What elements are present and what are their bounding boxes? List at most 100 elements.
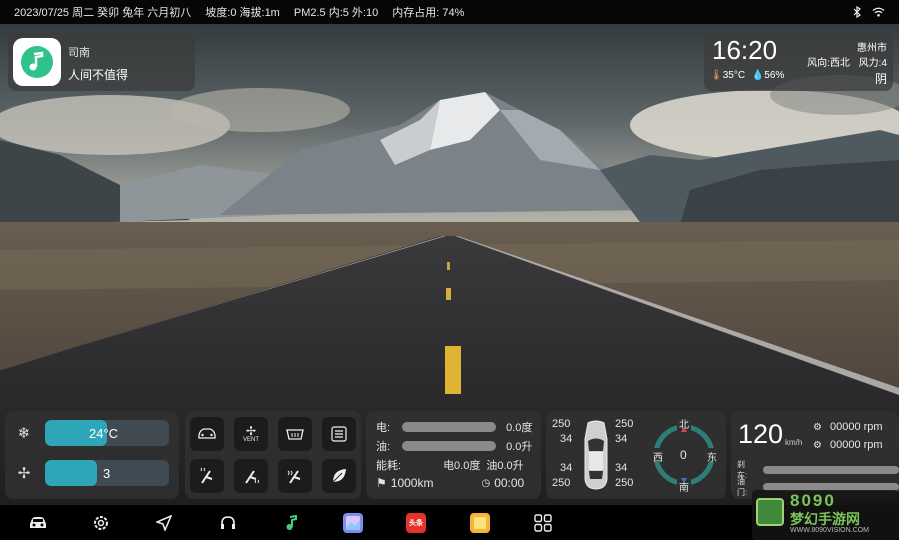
consumption-fuel: 油0.0升 [486, 460, 524, 472]
compass-north: 北 [679, 420, 689, 431]
electric-row: 电: 0.0度 [376, 419, 532, 435]
gallery-app-icon[interactable] [343, 513, 363, 533]
status-date: 2023/07/25 周二 癸卯 兔年 六月初八 [14, 7, 192, 19]
wind-force: 风力:4 [858, 58, 887, 69]
tire-fl-pressure: 250 [552, 418, 571, 430]
consumption-label: 能耗: [376, 460, 402, 472]
engine-icon: ⚙ [813, 421, 822, 433]
energy-panel: 电: 0.0度 油: 0.0升 能耗: 电0.0度 油0.0升 ⚑ 1000km… [366, 411, 541, 499]
news-app-icon[interactable]: 头条 [406, 513, 426, 533]
vent-label: VENT [242, 437, 259, 443]
apps-grid-icon[interactable] [533, 513, 553, 533]
headset-icon[interactable] [218, 513, 238, 533]
electric-bar [402, 422, 497, 432]
tire-rl-temp: 34 [560, 462, 573, 474]
speed-unit: km/h [785, 438, 803, 447]
music-title: 司南 [68, 47, 90, 59]
seat-heat-passenger-icon[interactable] [234, 459, 268, 493]
consumption-row: 能耗: 电0.0度 油0.0升 [376, 457, 524, 473]
tire-pressure-panel: 250 34 250 34 34 250 34 250 北 西 东 南 0 [546, 411, 726, 499]
status-bar: 2023/07/25 周二 癸卯 兔年 六月初八 坡度:0 海拔:1m PM2.… [0, 0, 899, 24]
humidity-drop-icon: 💧 [751, 70, 765, 81]
fuel-row: 油: 0.0升 [376, 438, 532, 454]
music-widget[interactable]: 司南 人间不值得 [8, 33, 195, 91]
windshield-defrost-icon[interactable] [278, 417, 312, 451]
navigation-arrow-icon[interactable] [154, 513, 174, 533]
temperature-slider[interactable]: 24°C [45, 420, 169, 446]
site-watermark: 8090 梦幻手游网 WWW.8090VISION.COM [752, 490, 899, 540]
fan-speed-slider[interactable]: 3 [45, 460, 169, 486]
snowflake-icon[interactable]: ❄ [13, 422, 35, 444]
fan-slider-fill [45, 460, 98, 486]
motor-rpm-row: ⚙ 00000 rpm [813, 439, 883, 451]
wind-direction: 风向:西北 [807, 58, 850, 69]
compass-heading: 0 [680, 448, 687, 462]
music-song: 人间不值得 [68, 68, 129, 82]
weather-condition: 阴 [874, 72, 887, 86]
consumption-electric: 电0.0度 [443, 460, 481, 472]
tire-fl-temp: 34 [560, 433, 573, 445]
music-app-icon[interactable] [13, 38, 61, 86]
eco-leaf-icon[interactable] [322, 459, 356, 493]
music-note-icon [21, 46, 53, 78]
flag-icon: ⚑ [376, 476, 387, 490]
speed-panel: 120 km/h ⚙ 00000 rpm ⚙ 00000 rpm 刹车: 油门: [731, 411, 899, 499]
brake-bar [763, 466, 899, 474]
weather-temp-humidity: 🌡35°C 💧56% [710, 70, 784, 81]
bluetooth-icon [853, 6, 861, 18]
watermark-url: WWW.8090VISION.COM [790, 527, 869, 534]
climate-panel: ❄ 24°C ✢ 3 [5, 411, 179, 499]
temperature-value: 35°C [722, 70, 746, 81]
temperature-control: ❄ 24°C [13, 420, 169, 446]
status-memory: 内存占用: 74% [392, 7, 465, 19]
settings-gear-icon[interactable] [91, 513, 111, 533]
trip-duration: 00:00 [494, 476, 525, 490]
temperature-value: 24°C [89, 426, 119, 441]
weather-city: 惠州市 [857, 43, 887, 54]
fuel-label: 油: [376, 441, 391, 453]
humidity-value: 56% [764, 70, 785, 81]
news-app-label: 头条 [406, 513, 426, 533]
rpm-value-1: 00000 rpm [829, 421, 883, 433]
car-topview-icon [584, 420, 608, 490]
weather-wind: 风向:西北 风力:4 [807, 54, 887, 69]
menu-list-icon[interactable] [322, 417, 356, 451]
electric-value: 0.0度 [506, 422, 533, 434]
trip-row: ⚑ 1000km ◷ 00:00 [376, 476, 524, 490]
seat-vent-icon[interactable] [278, 459, 312, 493]
watermark-logo-icon [756, 498, 784, 526]
quick-controls-panel: ✢ VENT [185, 411, 361, 499]
car-icon[interactable] [28, 513, 48, 533]
watermark-name: 梦幻手游网 [790, 511, 860, 527]
fan-control: ✢ 3 [13, 460, 169, 486]
compass-east: 东 [707, 453, 717, 464]
tire-fr-pressure: 250 [615, 418, 634, 430]
notes-app-icon[interactable] [470, 513, 490, 533]
tire-rr-pressure: 250 [615, 477, 634, 489]
fan-vent-icon[interactable]: ✢ VENT [234, 417, 268, 451]
weather-widget[interactable]: 16:20 惠州市 风向:西北 风力:4 🌡35°C 💧56% 阴 [704, 33, 893, 91]
trip-distance: 1000km [390, 476, 434, 490]
engine-rpm-row: ⚙ 00000 rpm [813, 421, 883, 433]
thermometer-icon: 🌡 [710, 70, 723, 81]
watermark-number: 8090 [790, 491, 836, 510]
compass-west: 西 [653, 453, 663, 464]
tire-rr-temp: 34 [615, 462, 628, 474]
wifi-icon [872, 7, 885, 17]
rpm-value-2: 00000 rpm [829, 439, 883, 451]
car-launcher-screen: 2023/07/25 周二 癸卯 兔年 六月初八 坡度:0 海拔:1m PM2.… [0, 0, 899, 540]
tire-fr-temp: 34 [615, 433, 628, 445]
car-front-icon[interactable] [190, 417, 224, 451]
seat-heat-driver-icon[interactable] [190, 459, 224, 493]
fan-icon[interactable]: ✢ [13, 462, 35, 484]
status-air-quality: PM2.5 内:5 外:10 [293, 7, 379, 19]
fuel-bar [402, 441, 497, 451]
fan-speed-value: 3 [103, 466, 111, 481]
speed-value: 120 [738, 419, 784, 449]
status-slope-altitude: 坡度:0 海拔:1m [205, 7, 280, 19]
clock-time: 16:20 [712, 35, 778, 65]
fuel-value: 0.0升 [506, 441, 533, 453]
motor-icon: ⚙ [813, 439, 822, 451]
timer-icon: ◷ [481, 477, 491, 489]
music-app-icon[interactable] [281, 513, 301, 533]
